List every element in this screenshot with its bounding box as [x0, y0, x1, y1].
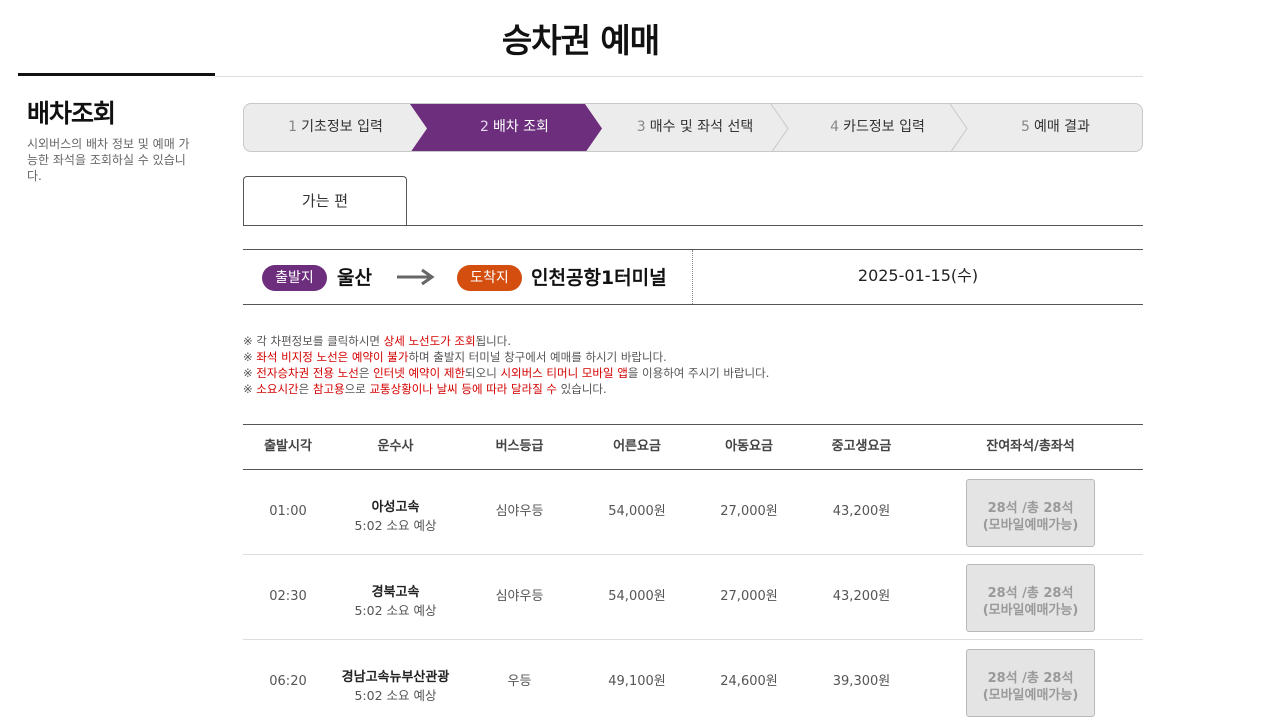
notice-highlight: 교통상황이나 날씨 등에 따라 달라질 수 — [369, 382, 558, 396]
company-cell: 아성고속 5:02 소요 예상 — [333, 470, 458, 554]
header-company: 운수사 — [377, 439, 414, 454]
step-4: 4 카드정보 입력 — [788, 104, 967, 151]
notice-text: 됩니다. — [475, 334, 511, 348]
youth-fare: 39,300원 — [832, 674, 891, 689]
table-header: 출발시각 운수사 버스등급 어른요금 아동요금 중고생요금 잔여좌석/총좌석 — [243, 424, 1143, 470]
seat-select-button[interactable]: 28석 /총 28석 (모바일예매가능) — [966, 649, 1095, 717]
step-label: 배차 조회 — [492, 119, 549, 135]
company-name: 경북고속 — [371, 585, 420, 600]
step-2: 2 배차 조회 — [427, 104, 602, 151]
header-seats: 잔여좌석/총좌석 — [986, 439, 1075, 454]
step-5: 5 예매 결과 — [967, 104, 1142, 151]
notice-highlight: 좌석 비지정 노선은 예약이 불가 — [256, 350, 409, 364]
notice-text: 은 — [298, 382, 313, 396]
travel-duration: 5:02 소요 예상 — [354, 603, 437, 618]
tab-outbound[interactable]: 가는 편 — [243, 176, 407, 226]
child-fare: 27,000원 — [720, 504, 778, 519]
title-underline-dark — [18, 73, 215, 76]
header-bus-grade: 버스등급 — [495, 439, 544, 454]
header-youth-fare: 중고생요금 — [831, 439, 892, 454]
notice-highlight: 인터넷 예약이 제한 — [373, 366, 466, 380]
notice-line: ※ 각 차편정보를 클릭하시면 상세 노선도가 조회됩니다. — [243, 333, 1143, 349]
step-number: 1 — [288, 119, 298, 135]
notice-line: ※ 소요시간은 참고용으로 교통상황이나 날씨 등에 따라 달라질 수 있습니다… — [243, 381, 1143, 397]
notice-list: ※ 각 차편정보를 클릭하시면 상세 노선도가 조회됩니다. ※ 좌석 비지정 노… — [243, 333, 1143, 397]
notice-highlight: 전자승차권 전용 노선 — [256, 366, 359, 380]
notice-line: ※ 전자승차권 전용 노선은 인터넷 예약이 제한되오니 시외버스 티머니 모바… — [243, 365, 1143, 381]
notice-highlight: 소요시간 — [256, 382, 299, 396]
step-3: 3 매수 및 좌석 선택 — [602, 104, 788, 151]
step-label: 기초정보 입력 — [301, 119, 383, 135]
header-departure-time: 출발시각 — [264, 439, 312, 454]
sidebar-title: 배차조회 — [27, 99, 116, 128]
notice-text: 되오니 — [465, 366, 501, 380]
child-fare: 24,600원 — [720, 674, 778, 689]
step-progress-bar: 1 기초정보 입력 2 배차 조회 3 매수 및 좌석 선택 4 카드정보 입력 5 예매… — [243, 103, 1143, 152]
notice-text: 은 — [358, 366, 374, 380]
step-number: 4 — [830, 119, 840, 135]
departure-badge: 출발지 — [262, 265, 327, 291]
notice-text: ※ — [243, 382, 257, 396]
mobile-booking-note: (모바일예매가능) — [982, 518, 1079, 533]
step-label: 카드정보 입력 — [843, 119, 925, 135]
notice-text: 으로 — [344, 382, 370, 396]
departure-time: 01:00 — [269, 504, 307, 519]
schedule-table: 출발시각 운수사 버스등급 어른요금 아동요금 중고생요금 잔여좌석/총좌석 0… — [243, 424, 1143, 723]
bus-grade: 심야우등 — [495, 504, 544, 519]
company-name: 경남고속뉴부산관광 — [341, 670, 450, 685]
departure-date: 2025-01-15(수) — [857, 266, 979, 285]
step-number: 2 — [480, 119, 489, 135]
notice-text: ※ — [243, 366, 257, 380]
page-title: 승차권 예매 — [501, 21, 660, 60]
child-fare: 27,000원 — [720, 589, 778, 604]
bus-grade: 우등 — [507, 674, 532, 689]
notice-highlight: 참고용 — [312, 382, 345, 396]
sidebar-description: 시외버스의 배차 정보 및 예매 가능한 좌석을 조회하실 수 있습니다. — [27, 137, 190, 183]
step-label: 예매 결과 — [1033, 119, 1090, 135]
seat-select-button[interactable]: 28석 /총 28석 (모바일예매가능) — [966, 479, 1095, 547]
adult-fare: 49,100원 — [608, 674, 666, 689]
travel-duration: 5:02 소요 예상 — [354, 518, 437, 533]
bus-grade: 심야우등 — [495, 589, 544, 604]
step-1: 1 기초정보 입력 — [244, 104, 427, 151]
step-number: 3 — [636, 119, 646, 135]
notice-text: ※ 각 차편정보를 클릭하시면 — [243, 334, 384, 348]
travel-duration: 5:02 소요 예상 — [354, 688, 437, 703]
table-row[interactable]: 02:30 경북고속 5:02 소요 예상 심야우등 54,000원 27,00… — [243, 555, 1143, 640]
company-cell: 경북고속 5:02 소요 예상 — [333, 555, 458, 639]
notice-text: ※ — [243, 350, 257, 364]
step-label: 매수 및 좌석 선택 — [649, 119, 754, 135]
seat-select-button[interactable]: 28석 /총 28석 (모바일예매가능) — [966, 564, 1095, 632]
step-number: 5 — [1021, 119, 1030, 135]
mobile-booking-note: (모바일예매가능) — [982, 603, 1079, 618]
arrow-right-icon — [397, 268, 435, 286]
notice-highlight: 상세 노선도가 조회 — [383, 334, 476, 348]
arrival-place: 인천공항1터미널 — [531, 267, 667, 289]
mobile-booking-note: (모바일예매가능) — [982, 688, 1079, 703]
table-row[interactable]: 01:00 아성고속 5:02 소요 예상 심야우등 54,000원 27,00… — [243, 470, 1143, 555]
route-summary: 출발지 울산 도착지 인천공항1터미널 2025-01-15(수) — [243, 249, 1143, 305]
tab-underline — [243, 225, 1143, 226]
company-name: 아성고속 — [371, 500, 420, 515]
youth-fare: 43,200원 — [832, 589, 891, 604]
table-row[interactable]: 06:20 경남고속뉴부산관광 5:02 소요 예상 우등 49,100원 24… — [243, 640, 1143, 723]
header-child-fare: 아동요금 — [725, 439, 773, 454]
header-adult-fare: 어른요금 — [613, 439, 661, 454]
departure-time: 02:30 — [269, 589, 307, 604]
adult-fare: 54,000원 — [608, 589, 666, 604]
departure-place: 울산 — [337, 267, 372, 289]
youth-fare: 43,200원 — [832, 504, 891, 519]
title-underline-light — [215, 76, 1143, 77]
notice-text: 있습니다. — [557, 382, 607, 396]
notice-highlight: 시외버스 티머니 모바일 앱 — [500, 366, 628, 380]
company-cell: 경남고속뉴부산관광 5:02 소요 예상 — [333, 640, 458, 723]
notice-line: ※ 좌석 비지정 노선은 예약이 불가하며 출발지 터미널 창구에서 예매를 하… — [243, 349, 1143, 365]
route-places: 출발지 울산 도착지 인천공항1터미널 — [243, 250, 693, 304]
notice-text: 하며 출발지 터미널 창구에서 예매를 하시기 바랍니다. — [408, 350, 667, 364]
notice-text: 을 이용하여 주시기 바랍니다. — [627, 366, 770, 380]
adult-fare: 54,000원 — [608, 504, 666, 519]
departure-time: 06:20 — [269, 674, 307, 689]
arrival-badge: 도착지 — [457, 265, 522, 291]
